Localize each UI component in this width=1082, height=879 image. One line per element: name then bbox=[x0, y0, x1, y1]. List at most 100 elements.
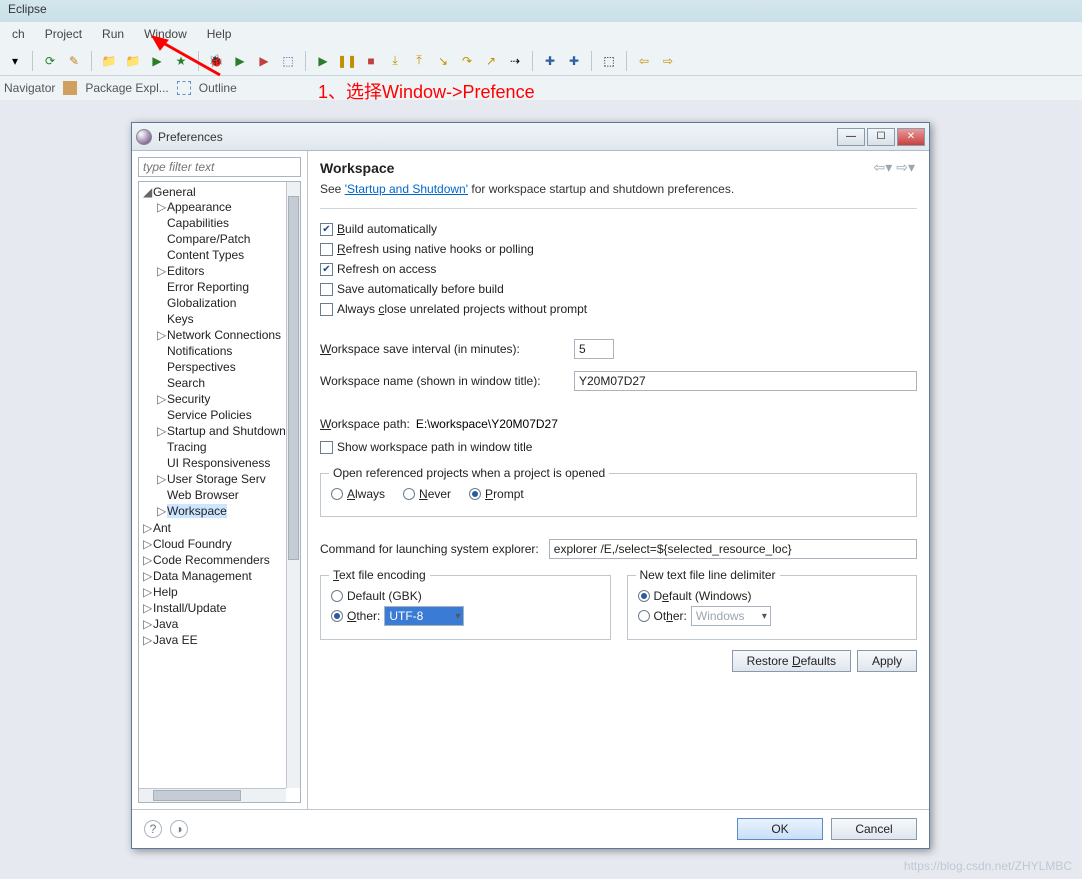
restore-defaults-button[interactable]: Restore Defaults bbox=[732, 650, 851, 672]
tree-item: ▷Code Recommenders bbox=[143, 552, 284, 568]
eclipse-icon bbox=[136, 129, 152, 145]
preferences-tree[interactable]: ◢General ▷Appearance Capabilities Compar… bbox=[139, 182, 286, 788]
main-toolbar: ▾ ⟳ ✎ 📁 📁 ▶ ★ 🐞 ▶ ▶ ⬚ ▶ ❚❚ ■ ⤓ ⤒ ↘ ↷ ↗ ⇢… bbox=[0, 46, 1082, 76]
filter-input[interactable] bbox=[138, 157, 301, 177]
chk-refresh-native[interactable] bbox=[320, 243, 333, 256]
toolbar-icon[interactable]: ✎ bbox=[65, 52, 83, 70]
intro-text: See 'Startup and Shutdown' for workspace… bbox=[320, 182, 917, 196]
preferences-sidebar: ◢General ▷Appearance Capabilities Compar… bbox=[132, 151, 308, 809]
new-icon[interactable]: ✚ bbox=[565, 52, 583, 70]
debug-icon[interactable]: 🐞 bbox=[207, 52, 225, 70]
stop-icon[interactable]: ■ bbox=[362, 52, 380, 70]
tree-item: ▷Security bbox=[157, 391, 284, 407]
open-ref-legend: Open referenced projects when a project … bbox=[329, 466, 609, 480]
toolbar-icon[interactable]: ⟳ bbox=[41, 52, 59, 70]
tree-item: Search bbox=[157, 375, 284, 391]
save-interval-label: Workspace save interval (in minutes): bbox=[320, 342, 568, 356]
toolbar-icon[interactable]: ⬚ bbox=[600, 52, 618, 70]
toolbar-icon[interactable]: 📁 bbox=[100, 52, 118, 70]
nav-fwd-icon[interactable]: ⇨▾ bbox=[894, 159, 917, 176]
tree-item: ▷Java EE bbox=[143, 632, 284, 648]
menu-window[interactable]: Window bbox=[136, 25, 195, 43]
step-icon[interactable]: ⤓ bbox=[386, 52, 404, 70]
toolbar-icon[interactable]: ★ bbox=[172, 52, 190, 70]
close-button[interactable]: ✕ bbox=[897, 128, 925, 146]
forward-icon[interactable]: ⇨ bbox=[659, 52, 677, 70]
menu-run[interactable]: Run bbox=[94, 25, 132, 43]
new-icon[interactable]: ✚ bbox=[541, 52, 559, 70]
tree-item: Compare/Patch bbox=[157, 231, 284, 247]
delimiter-group: New text file line delimiter Default (Wi… bbox=[627, 575, 918, 640]
tree-item: ▷Startup and Shutdown bbox=[157, 423, 284, 439]
nav-back-icon[interactable]: ⇦▾ bbox=[871, 159, 894, 176]
pause-icon[interactable]: ❚❚ bbox=[338, 52, 356, 70]
import-export-icon[interactable]: ◑ bbox=[170, 820, 188, 838]
outline-icon bbox=[177, 81, 191, 95]
dialog-titlebar: Preferences — ☐ ✕ bbox=[132, 123, 929, 151]
toolbar-icon[interactable]: ▶ bbox=[148, 52, 166, 70]
chk-close-unrelated[interactable] bbox=[320, 303, 333, 316]
tree-item: ▷Editors bbox=[157, 263, 284, 279]
page-heading: Workspace bbox=[320, 160, 871, 176]
apply-button[interactable]: Apply bbox=[857, 650, 917, 672]
ws-path-value: E:\workspace\Y20M07D27 bbox=[416, 417, 558, 431]
toolbar-icon[interactable]: ⬚ bbox=[279, 52, 297, 70]
radio-never[interactable] bbox=[403, 488, 415, 500]
watermark: https://blog.csdn.net/ZHYLMBC bbox=[904, 859, 1072, 873]
tab-outline[interactable]: Outline bbox=[199, 81, 237, 95]
back-icon[interactable]: ⇦ bbox=[635, 52, 653, 70]
radio-delim-other[interactable] bbox=[638, 610, 650, 622]
tree-item: Globalization bbox=[157, 295, 284, 311]
ws-path-label: Workspace path: bbox=[320, 417, 410, 431]
step-return-icon[interactable]: ↗ bbox=[482, 52, 500, 70]
delimiter-combo[interactable]: Windows bbox=[691, 606, 771, 626]
run-icon[interactable]: ▶ bbox=[314, 52, 332, 70]
menu-project[interactable]: Project bbox=[37, 25, 90, 43]
tree-scrollbar-v[interactable] bbox=[286, 182, 300, 788]
step-icon[interactable]: ⤒ bbox=[410, 52, 428, 70]
chk-save-auto[interactable] bbox=[320, 283, 333, 296]
radio-enc-other[interactable] bbox=[331, 610, 343, 622]
chk-refresh-access[interactable]: ✔ bbox=[320, 263, 333, 276]
tree-item: ▷Data Management bbox=[143, 568, 284, 584]
preferences-content: Workspace ⇦▾ ⇨▾ See 'Startup and Shutdow… bbox=[308, 151, 929, 809]
run-icon[interactable]: ▶ bbox=[231, 52, 249, 70]
tree-item: ▷Ant bbox=[143, 520, 284, 536]
tree-item: Error Reporting bbox=[157, 279, 284, 295]
radio-prompt[interactable] bbox=[469, 488, 481, 500]
help-icon[interactable]: ? bbox=[144, 820, 162, 838]
radio-delim-default[interactable] bbox=[638, 590, 650, 602]
chk-build-auto[interactable]: ✔ bbox=[320, 223, 333, 236]
step-into-icon[interactable]: ↘ bbox=[434, 52, 452, 70]
dialog-title: Preferences bbox=[158, 130, 837, 144]
save-interval-input[interactable] bbox=[574, 339, 614, 359]
step-over-icon[interactable]: ↷ bbox=[458, 52, 476, 70]
cancel-button[interactable]: Cancel bbox=[831, 818, 917, 840]
tree-item: ▷Install/Update bbox=[143, 600, 284, 616]
maximize-button[interactable]: ☐ bbox=[867, 128, 895, 146]
chk-show-path[interactable] bbox=[320, 441, 333, 454]
ok-button[interactable]: OK bbox=[737, 818, 823, 840]
radio-always[interactable] bbox=[331, 488, 343, 500]
toolbar-icon[interactable]: 📁 bbox=[124, 52, 142, 70]
toolbar-icon[interactable]: ▾ bbox=[6, 52, 24, 70]
tree-item: Perspectives bbox=[157, 359, 284, 375]
tree-scrollbar-h[interactable] bbox=[139, 788, 286, 802]
cmd-explorer-label: Command for launching system explorer: bbox=[320, 542, 539, 556]
tab-package-explorer[interactable]: Package Expl... bbox=[85, 81, 168, 95]
toolbar-icon[interactable]: ⇢ bbox=[506, 52, 524, 70]
tree-item: ▷Network Connections bbox=[157, 327, 284, 343]
ws-name-label: Workspace name (shown in window title): bbox=[320, 374, 568, 388]
tree-item: ▷Help bbox=[143, 584, 284, 600]
tree-item: Capabilities bbox=[157, 215, 284, 231]
tab-navigator[interactable]: Navigator bbox=[4, 81, 55, 95]
startup-shutdown-link[interactable]: 'Startup and Shutdown' bbox=[345, 182, 468, 196]
toolbar-icon[interactable]: ▶ bbox=[255, 52, 273, 70]
menu-ch[interactable]: ch bbox=[4, 25, 33, 43]
minimize-button[interactable]: — bbox=[837, 128, 865, 146]
ws-name-input[interactable] bbox=[574, 371, 917, 391]
encoding-combo[interactable]: UTF-8 bbox=[384, 606, 464, 626]
cmd-explorer-input[interactable] bbox=[549, 539, 917, 559]
menu-help[interactable]: Help bbox=[199, 25, 240, 43]
radio-enc-default[interactable] bbox=[331, 590, 343, 602]
